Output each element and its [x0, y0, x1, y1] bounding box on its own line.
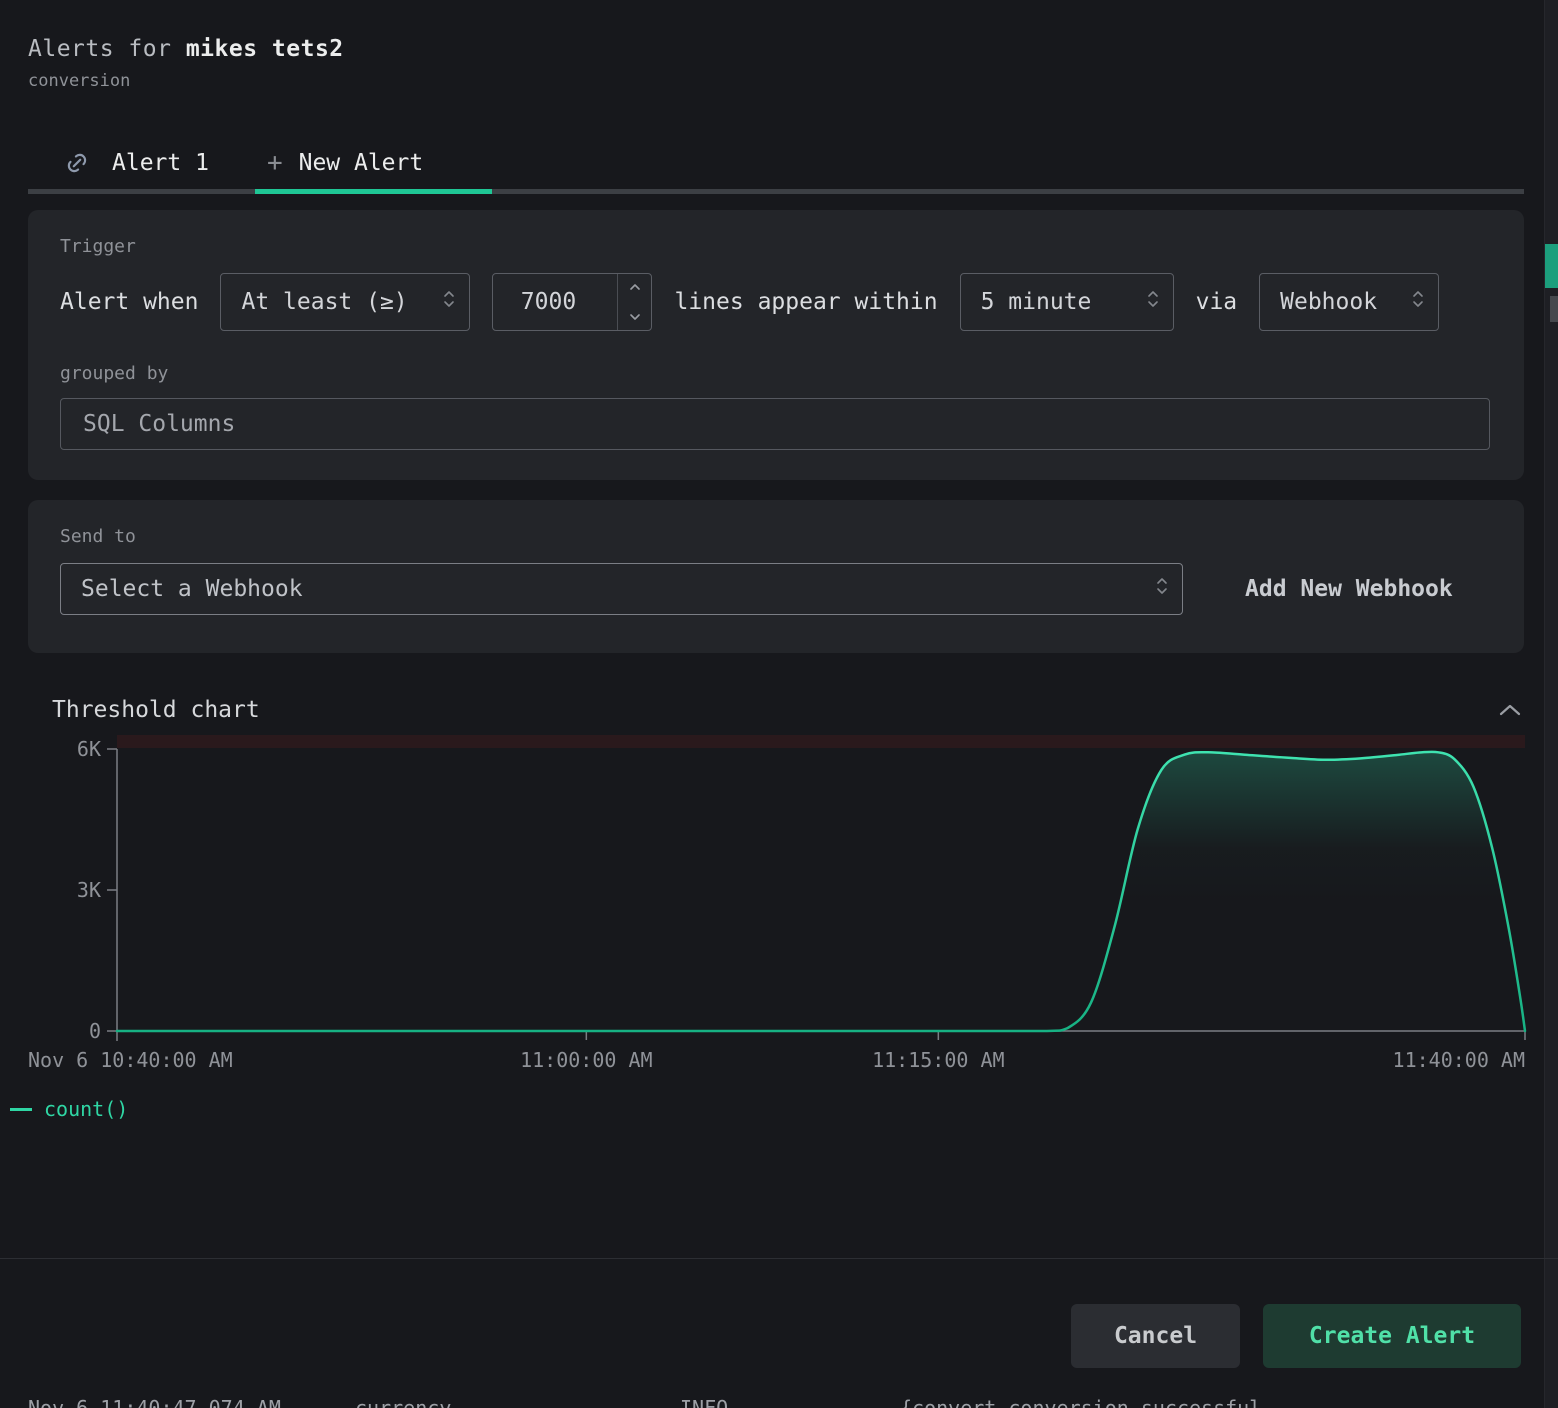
send-to-row: Select a Webhook Add New Webhook — [60, 563, 1492, 615]
webhook-select-placeholder: Select a Webhook — [81, 576, 303, 602]
trigger-prefix-text: Alert when — [60, 289, 198, 315]
trigger-row: Alert when At least (≥) lines appear wit… — [60, 273, 1492, 331]
legend-line-swatch — [10, 1108, 32, 1111]
page-edge-scrollbar[interactable] — [1544, 0, 1558, 1408]
tab-new-alert-label: New Alert — [299, 150, 424, 176]
series-area-fill — [117, 752, 1525, 1031]
trigger-middle-text: lines appear within — [674, 289, 937, 315]
chevron-updown-icon — [1412, 289, 1424, 315]
condition-select-value: At least (≥) — [241, 289, 407, 315]
page-title: Alerts for mikes tets2 — [28, 36, 1524, 62]
active-tab-indicator — [255, 189, 492, 194]
threshold-chart-svg: 0 3K 6K Nov 6 10:40:00 AM 11:00:00 AM 11:15:0… — [0, 729, 1558, 1069]
scrollbar-accent-marker — [1545, 244, 1558, 288]
chart-legend: count() — [10, 1097, 1558, 1121]
add-new-webhook-button[interactable]: Add New Webhook — [1245, 576, 1453, 602]
chevron-updown-icon — [1156, 576, 1168, 602]
condition-select[interactable]: At least (≥) — [220, 273, 470, 331]
threshold-chart: 0 3K 6K Nov 6 10:40:00 AM 11:00:00 AM 11:15:0… — [0, 729, 1558, 1069]
threshold-chart-title: Threshold chart — [52, 697, 260, 723]
x-tick-label: 11:15:00 AM — [872, 1048, 1004, 1069]
log-timestamp: Nov 6 11:40:47.074 AM — [28, 1396, 281, 1408]
channel-select[interactable]: Webhook — [1259, 273, 1439, 331]
plus-icon: + — [267, 150, 283, 176]
scrollbar-thumb[interactable] — [1550, 296, 1558, 322]
x-tick-label: Nov 6 10:40:00 AM — [28, 1048, 233, 1069]
clipped-log-row: Nov 6 11:40:47.074 AM currency INFO {con… — [0, 1395, 1544, 1408]
page-title-prefix: Alerts for — [28, 36, 186, 62]
window-select-value: 5 minute — [981, 289, 1092, 315]
webhook-select[interactable]: Select a Webhook — [60, 563, 1183, 615]
threshold-input[interactable] — [493, 289, 603, 315]
send-to-panel: Send to Select a Webhook Add New Webhook — [28, 500, 1524, 653]
chevron-up-icon — [629, 283, 641, 291]
x-tick-label: 11:00:00 AM — [520, 1048, 652, 1069]
y-tick-label: 0 — [89, 1019, 101, 1043]
threshold-chart-header: Threshold chart — [28, 697, 1524, 723]
page-subtitle: conversion — [28, 71, 1524, 91]
link-icon — [64, 150, 90, 176]
collapse-chart-button[interactable] — [1498, 703, 1522, 717]
legend-series-label: count() — [44, 1097, 128, 1121]
modal-header: Alerts for mikes tets2 conversion — [28, 0, 1524, 91]
y-tick-label: 3K — [77, 878, 101, 902]
threshold-input-wrap — [492, 273, 652, 331]
alert-modal: Alerts for mikes tets2 conversion Alert … — [0, 0, 1524, 1069]
footer-actions: Cancel Create Alert — [1071, 1304, 1521, 1368]
chevron-up-icon — [1498, 703, 1522, 717]
via-text: via — [1196, 289, 1238, 315]
create-alert-button[interactable]: Create Alert — [1263, 1304, 1521, 1368]
alert-tabs: Alert 1 + New Alert — [28, 137, 1524, 189]
grouped-by-label: grouped by — [60, 363, 1492, 384]
cancel-button[interactable]: Cancel — [1071, 1304, 1240, 1368]
page-title-name: mikes tets2 — [186, 36, 344, 62]
threshold-zone — [117, 735, 1525, 748]
y-tick-label: 6K — [77, 737, 101, 761]
trigger-section-label: Trigger — [60, 236, 1492, 257]
log-service: currency — [355, 1396, 451, 1408]
threshold-stepper[interactable] — [617, 274, 651, 330]
chevron-down-icon — [629, 313, 641, 321]
chevron-updown-icon — [443, 289, 455, 315]
log-message: {convert conversion successful — [900, 1396, 1261, 1408]
window-select[interactable]: 5 minute — [960, 273, 1174, 331]
chevron-updown-icon — [1147, 289, 1159, 315]
tab-new-alert[interactable]: + New Alert — [267, 150, 423, 176]
group-by-input[interactable] — [60, 398, 1490, 450]
channel-select-value: Webhook — [1280, 289, 1377, 315]
x-tick-label: 11:40:00 AM — [1393, 1048, 1525, 1069]
tab-alert-1[interactable]: Alert 1 — [64, 150, 209, 176]
log-level: INFO — [680, 1396, 728, 1408]
trigger-panel: Trigger Alert when At least (≥) lines ap… — [28, 210, 1524, 480]
send-to-label: Send to — [60, 526, 1492, 547]
tabbar-underline — [28, 189, 1524, 194]
footer-divider — [0, 1258, 1558, 1259]
tab-alert-1-label: Alert 1 — [112, 150, 209, 176]
